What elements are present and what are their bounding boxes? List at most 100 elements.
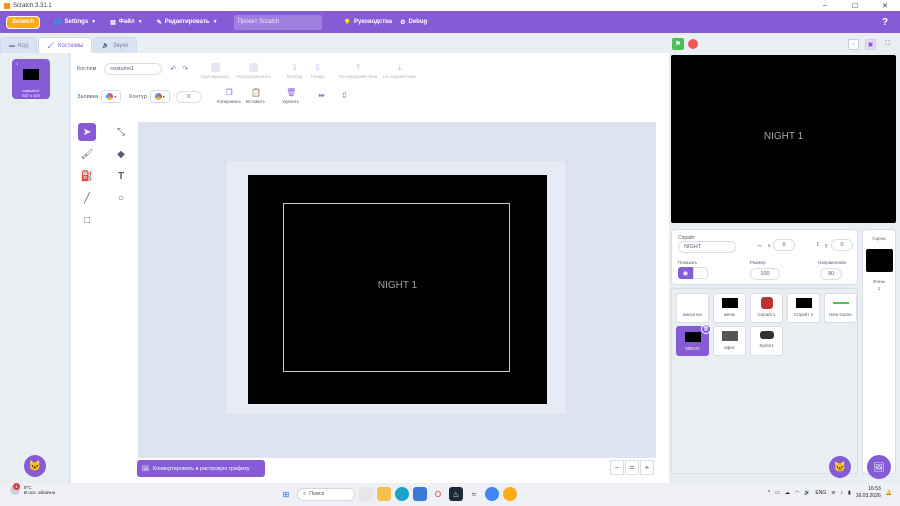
scratch-logo[interactable]: Scratch xyxy=(6,15,40,29)
fill-color-picker[interactable]: ▾ xyxy=(101,90,122,103)
sprite-tile[interactable]: Спрайт 2 xyxy=(787,293,820,323)
zoom-in-button[interactable]: + xyxy=(640,460,654,475)
taskbar-search[interactable]: ⌕ Поиск xyxy=(297,487,355,501)
select-tool[interactable]: ➤ xyxy=(78,123,96,141)
menu-file[interactable]: ▤ Файл ▼ xyxy=(110,19,143,26)
direction-input[interactable]: 90 xyxy=(820,268,842,280)
sprite-tile[interactable]: виньетка xyxy=(676,293,709,323)
chrome-icon[interactable] xyxy=(485,487,499,501)
line-tool[interactable]: ╱ xyxy=(78,189,96,207)
eraser-tool[interactable]: ◆ xyxy=(112,145,130,163)
network-icon[interactable]: ▭ xyxy=(775,490,780,496)
y-input[interactable]: 0 xyxy=(831,239,853,251)
chevron-up-icon[interactable]: ^ xyxy=(768,490,770,496)
scratch-taskbar-icon[interactable] xyxy=(503,487,517,501)
brush-tool[interactable]: 🖌 xyxy=(78,145,96,163)
text-tool[interactable]: T xyxy=(112,167,130,185)
green-flag-button[interactable]: ⚑ xyxy=(672,38,684,50)
x-input[interactable]: 0 xyxy=(773,239,795,251)
paste-button[interactable]: 📋 Вставить xyxy=(246,88,265,104)
start-button[interactable]: ⊞ xyxy=(279,487,293,501)
minimize-button[interactable]: – xyxy=(810,0,840,11)
redo-icon[interactable]: ↷ xyxy=(182,65,188,73)
wifi-signal-icon[interactable]: ≋ xyxy=(831,490,835,496)
opera-icon[interactable]: O xyxy=(431,487,445,501)
sprite-tile[interactable]: Sprite1 xyxy=(750,326,783,356)
language-indicator[interactable]: ENG xyxy=(815,490,826,496)
paint-canvas-area[interactable]: NIGHT 1 xyxy=(138,122,656,458)
size-input[interactable]: 100 xyxy=(750,268,780,280)
group-button[interactable]: Группировать xyxy=(201,63,229,79)
flip-vertical-button[interactable]: ⇳ xyxy=(340,91,349,102)
costume-name-input[interactable]: costume1 xyxy=(104,63,163,75)
file-explorer-icon[interactable] xyxy=(377,487,391,501)
speaker-icon[interactable]: ♪ xyxy=(840,490,843,496)
forward-button[interactable]: ⇧ Вперед xyxy=(287,63,302,79)
battery-icon[interactable]: ▮ xyxy=(848,490,851,496)
stop-button[interactable] xyxy=(688,39,698,49)
costume-item[interactable]: 1 costume1 537 x 409 xyxy=(12,59,50,99)
cloud-tray-icon[interactable]: ☁ xyxy=(785,490,790,496)
convert-to-bitmap-button[interactable]: 🖼 Конвертировать в растровую графику xyxy=(137,460,265,477)
menu-settings[interactable]: 🌐 Settings ▼ xyxy=(54,19,96,26)
sprite-tile[interactable]: Спрайт1 xyxy=(750,293,783,323)
back-button[interactable]: ⤓ На задний план xyxy=(383,63,416,79)
project-title-input[interactable]: Проект Scratch xyxy=(233,14,322,30)
small-stage-button[interactable]: ▫ xyxy=(848,39,859,50)
sprite-tile[interactable]: меню xyxy=(713,293,746,323)
large-stage-button[interactable]: ▣ xyxy=(865,39,876,50)
wifi-icon[interactable]: ◠ xyxy=(795,490,799,496)
choose-backdrop-button[interactable]: 🖼 xyxy=(867,455,891,479)
fullscreen-button[interactable]: ⛶ xyxy=(882,39,893,50)
sprite-tile[interactable]: офис xyxy=(713,326,746,356)
store-icon[interactable] xyxy=(413,487,427,501)
chevron-down-icon: ▾ xyxy=(114,94,117,99)
fill-tool[interactable]: ⛽ xyxy=(78,167,96,185)
circle-tool[interactable]: ○ xyxy=(112,189,130,207)
undo-icon[interactable]: ↶ xyxy=(170,65,176,73)
close-window-button[interactable]: ✕ xyxy=(870,0,900,11)
stage-canvas[interactable]: NIGHT 1 xyxy=(671,55,896,223)
task-view-icon[interactable] xyxy=(359,487,373,501)
zoom-out-button[interactable]: − xyxy=(610,460,624,475)
menu-edit[interactable]: ✎ Редактировать ▼ xyxy=(157,19,218,26)
app-icon[interactable]: ≈ xyxy=(467,487,481,501)
hide-sprite-button[interactable]: ◌ xyxy=(693,267,708,279)
canvas-text[interactable]: NIGHT 1 xyxy=(248,280,547,291)
choose-sprite-button[interactable]: 🐱 xyxy=(829,456,851,478)
front-button[interactable]: ⤒ На передний план xyxy=(339,63,377,79)
show-sprite-button[interactable]: ◉ xyxy=(678,267,693,279)
volume-icon[interactable]: 🔊 xyxy=(804,490,810,496)
choose-costume-button[interactable]: 🐱 xyxy=(24,455,46,477)
outline-width-input[interactable]: 0 xyxy=(175,90,202,103)
sprite-tile-selected[interactable]: NIGHT 🗑 xyxy=(676,324,711,356)
sprite-tile[interactable]: New Game xyxy=(824,293,857,323)
weather-widget[interactable]: 1 9°C В осн. облачно xyxy=(10,483,55,495)
delete-sprite-icon[interactable]: 🗑 xyxy=(701,324,711,334)
steam-icon[interactable]: ♨ xyxy=(449,487,463,501)
edge-icon[interactable] xyxy=(395,487,409,501)
stage-selector[interactable]: Сцена Фоны 1 xyxy=(862,229,896,474)
tab-code[interactable]: ▬ Код xyxy=(0,37,38,53)
arrow-top-icon: ⤒ xyxy=(356,63,360,72)
sprite-name-input[interactable]: NIGHT xyxy=(678,241,736,253)
backward-button[interactable]: ⇩ Назад xyxy=(311,63,324,79)
zoom-reset-button[interactable]: = xyxy=(625,460,639,475)
help-icon[interactable]: ? xyxy=(878,15,892,29)
flip-horizontal-button[interactable]: ⇹ xyxy=(317,91,326,102)
ungroup-button[interactable]: Разгруппировать xyxy=(236,63,271,79)
maximize-button[interactable]: ☐ xyxy=(840,0,870,11)
debug-button[interactable]: ⚙ Debug xyxy=(400,19,427,26)
delete-button[interactable]: 🗑 Удалить xyxy=(282,88,299,104)
tab-costumes[interactable]: 🖌 Костюмы xyxy=(38,37,93,53)
rectangle-tool[interactable]: □ xyxy=(78,211,96,229)
group-label: Группировать xyxy=(201,74,230,79)
clock[interactable]: 16:53 16.03.2026 xyxy=(856,486,881,500)
reshape-tool[interactable]: ⤡ xyxy=(112,123,130,141)
copy-button[interactable]: ❐ Копировать xyxy=(217,88,241,104)
tutorials-button[interactable]: 💡 Руководства xyxy=(344,19,393,26)
outline-color-picker[interactable]: ▾ xyxy=(149,90,170,103)
tab-sounds[interactable]: 🔈 Звуки xyxy=(93,37,138,53)
notifications-icon[interactable]: 🔔 xyxy=(886,490,892,496)
costume-canvas[interactable]: NIGHT 1 xyxy=(248,175,547,404)
